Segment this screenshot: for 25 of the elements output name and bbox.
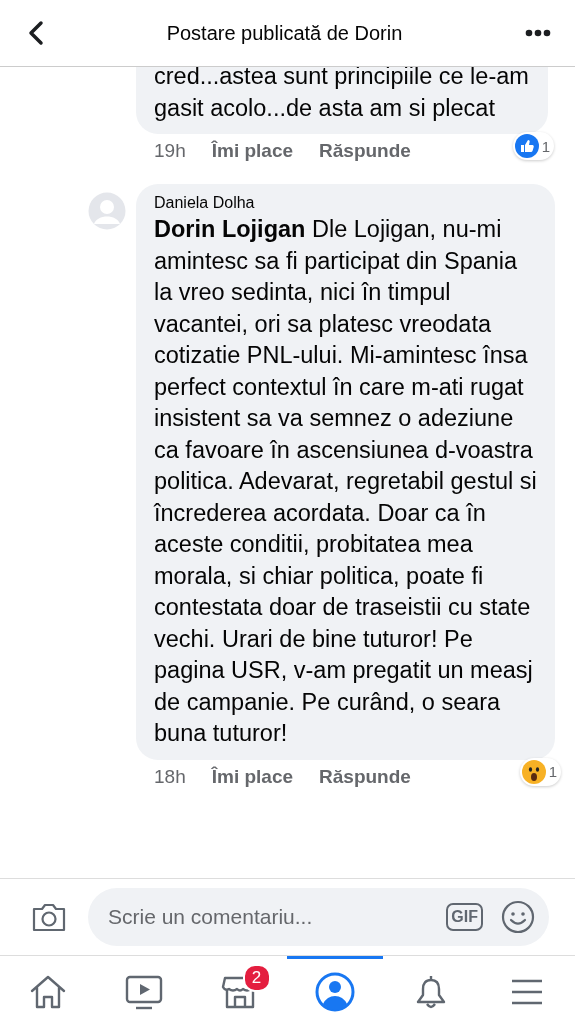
camera-icon[interactable]: [30, 901, 68, 933]
reply-link[interactable]: Răspunde: [319, 140, 411, 162]
page-title: Postare publicată de Dorin: [165, 21, 404, 45]
surprised-face-icon: [521, 759, 546, 784]
nav-tab[interactable]: 2: [191, 956, 288, 1024]
gif-button[interactable]: GIF: [446, 903, 483, 931]
reaction-count[interactable]: 1: [512, 132, 554, 160]
reply-link[interactable]: Răspunde: [319, 765, 411, 788]
smiley-icon[interactable]: [501, 900, 535, 934]
notification-badge: 2: [242, 963, 271, 992]
video-icon: [124, 973, 163, 1010]
profile-icon: [315, 971, 356, 1012]
comment-text: Dorin Lojigan Dle Lojigan, nu-mi amintesc sa fi participat din Spania la vreo sedinta, nici în timpul vacantei, ori sa platesc vreodata cotizatie PNL-ului. Mi-amintesc însa perfect contextul în care m-ati rugat insistent sa va semnez o adeziune ca favoare în ascensiunea d-voastra politica. Adevarat, regretabil gestul si încrederea acordata. Doar ca în aceste conditii, probitatea mea morala, si chiar politica, poate fi contestata doar de traseistii cu state vechi. Urari de bine tuturor! Pe pagina USR, v-am pregatit un measj de campanie. Pe curând, o seara buna tuturor!: [154, 215, 537, 748]
back-icon[interactable]: [28, 20, 44, 46]
reaction-count[interactable]: 1: [519, 757, 561, 786]
comment-time: 18h: [154, 765, 186, 788]
like-link[interactable]: Îmi place: [211, 765, 294, 788]
home-icon: [28, 973, 67, 1010]
comment-text: cred...astea sunt principiile ce le-am gasit acolo...de asta am si plecat: [154, 67, 530, 123]
comment-field[interactable]: Scrie un comentariu... GIF: [88, 888, 549, 946]
comment-time: 19h: [154, 140, 186, 162]
like-link[interactable]: Îmi place: [211, 140, 294, 162]
comment-author[interactable]: Daniela Dolha: [154, 194, 537, 212]
more-icon[interactable]: [525, 29, 551, 37]
thumbs-up-icon: [514, 134, 539, 158]
